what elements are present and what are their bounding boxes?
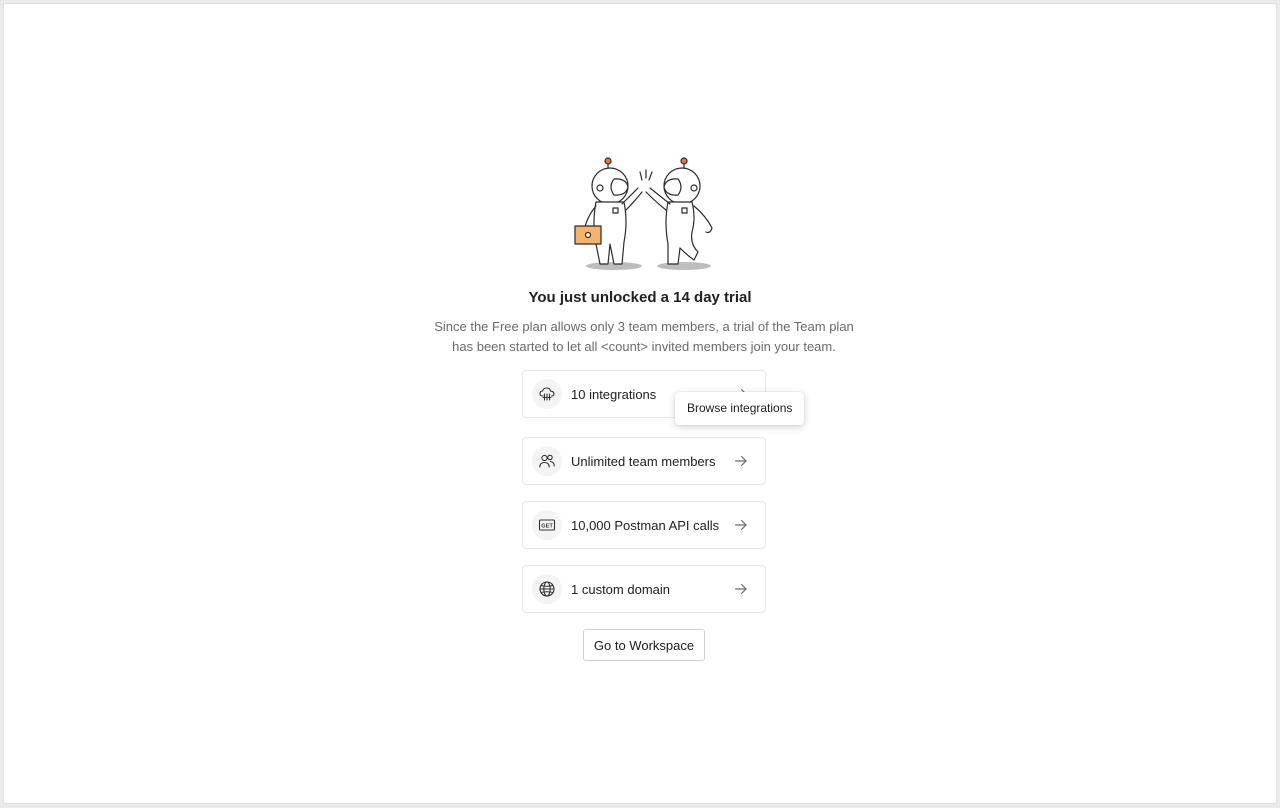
svg-text:GET: GET xyxy=(541,524,553,530)
feature-label: 1 custom domain xyxy=(571,581,670,597)
feature-team-members[interactable]: Unlimited team members xyxy=(522,437,766,485)
browse-integrations-tooltip[interactable]: Browse integrations xyxy=(675,392,805,425)
team-members-icon xyxy=(532,446,562,476)
cloud-integration-icon xyxy=(532,379,562,409)
feature-label: 10,000 Postman API calls xyxy=(571,517,720,533)
astronauts-high-five-illustration xyxy=(574,157,713,270)
globe-icon xyxy=(532,574,562,604)
onboarding-dialog: You just unlocked a 14 day trial Since t… xyxy=(3,3,1277,804)
arrow-right-icon xyxy=(733,517,749,533)
go-to-workspace-button[interactable]: Go to Workspace xyxy=(583,629,705,661)
trial-description: Since the Free plan allows only 3 team m… xyxy=(434,319,854,354)
feature-label: Unlimited team members xyxy=(571,453,716,469)
arrow-right-icon xyxy=(733,453,749,469)
feature-api-calls[interactable]: GET 10,000 Postman API calls xyxy=(522,501,766,549)
arrow-right-icon xyxy=(733,581,749,597)
trial-title: You just unlocked a 14 day trial xyxy=(528,289,752,306)
feature-custom-domain[interactable]: 1 custom domain xyxy=(522,565,766,613)
get-api-icon: GET xyxy=(532,510,562,540)
